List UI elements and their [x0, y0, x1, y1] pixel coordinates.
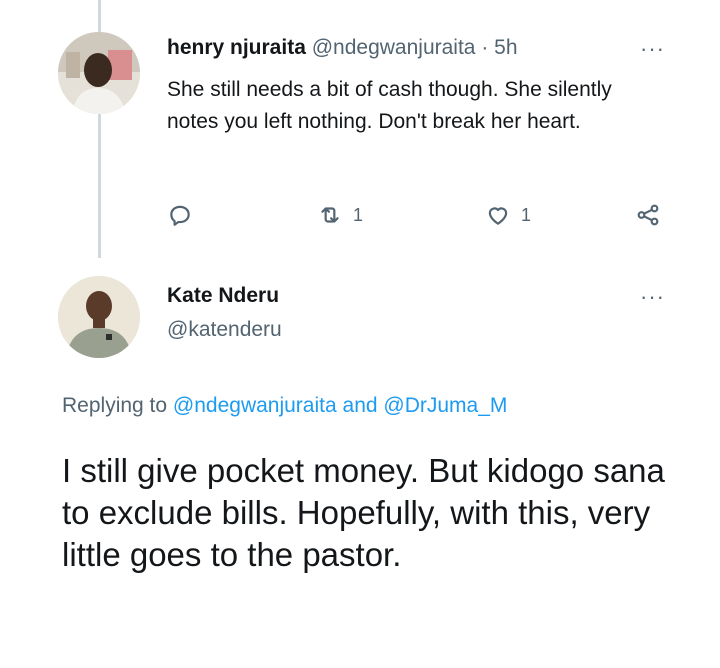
reply-timestamp[interactable]: 5h [494, 36, 517, 59]
main-tweet-text: I still give pocket money. But kidogo sa… [62, 452, 665, 573]
reply-tweet-header: henry njuraita @ndegwanjuraita · 5h [167, 36, 518, 60]
retweet-count: 1 [353, 204, 364, 225]
mention-link-2[interactable]: @DrJuma_M [383, 394, 507, 417]
like-button[interactable]: 1 [485, 202, 531, 228]
more-options-icon[interactable]: ··· [640, 286, 665, 308]
main-author-handle[interactable]: @katenderu [167, 318, 282, 342]
avatar-kate-image [58, 276, 140, 358]
main-author-name[interactable]: Kate Nderu [167, 284, 279, 308]
replying-and[interactable]: and [343, 394, 378, 417]
avatar-henry-image [58, 32, 140, 114]
reply-tweet-text: She still needs a bit of cash though. Sh… [167, 78, 612, 133]
reply-icon [167, 202, 193, 228]
reply-author-handle[interactable]: @ndegwanjuraita [312, 36, 476, 59]
share-button[interactable] [635, 202, 661, 228]
reply-author-name[interactable]: henry njuraita [167, 36, 306, 59]
reply-button[interactable] [167, 202, 193, 228]
more-options-icon[interactable]: ··· [640, 38, 665, 60]
avatar-henry[interactable] [58, 32, 140, 114]
retweet-icon [317, 202, 343, 228]
tweet-action-bar: 1 1 [167, 202, 677, 232]
replying-to-line: Replying to @ndegwanjuraita and @DrJuma_… [62, 394, 507, 418]
retweet-button[interactable]: 1 [317, 202, 363, 228]
share-icon [635, 202, 661, 228]
like-icon [485, 202, 511, 228]
header-separator: · [481, 36, 489, 59]
mention-link-1[interactable]: @ndegwanjuraita [173, 394, 337, 417]
like-count: 1 [521, 204, 532, 225]
avatar-kate[interactable] [58, 276, 140, 358]
replying-prefix: Replying to [62, 394, 168, 417]
